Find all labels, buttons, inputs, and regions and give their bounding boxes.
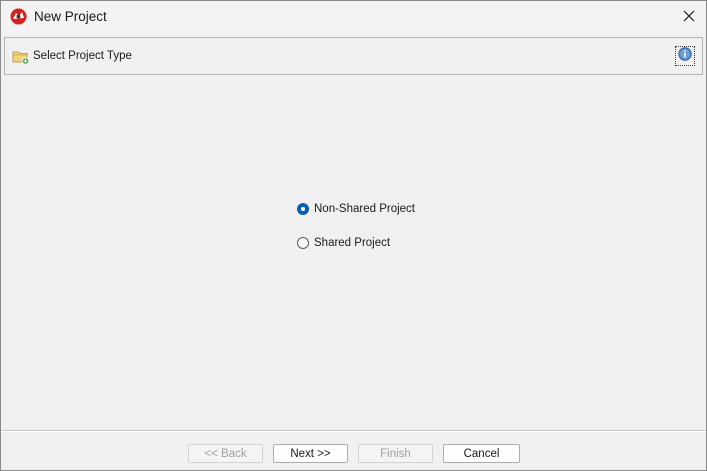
app-logo-icon <box>10 8 27 25</box>
footer-divider <box>1 430 706 432</box>
radio-non-shared-project[interactable]: Non-Shared Project <box>297 201 415 217</box>
radio-label-shared: Shared Project <box>314 237 391 249</box>
title-bar: New Project <box>1 1 706 34</box>
radio-label-non-shared: Non-Shared Project <box>314 203 415 215</box>
radio-shared-project[interactable]: Shared Project <box>297 235 390 251</box>
wizard-header: Select Project Type <box>4 37 703 75</box>
close-icon <box>683 9 695 27</box>
folder-icon <box>12 49 30 65</box>
cancel-button[interactable]: Cancel <box>443 444 520 463</box>
finish-button[interactable]: Finish <box>358 444 433 463</box>
info-button[interactable] <box>675 46 695 66</box>
info-icon <box>678 46 692 66</box>
back-button[interactable]: << Back <box>188 444 263 463</box>
radio-unselected-indicator[interactable] <box>297 237 309 249</box>
window-title: New Project <box>34 9 107 24</box>
close-button[interactable] <box>672 1 706 34</box>
next-button[interactable]: Next >> <box>273 444 348 463</box>
radio-selected-indicator[interactable] <box>297 203 309 215</box>
page-title: Select Project Type <box>33 50 132 62</box>
new-project-dialog: New Project Select Project Type Non-Shar… <box>0 0 707 471</box>
